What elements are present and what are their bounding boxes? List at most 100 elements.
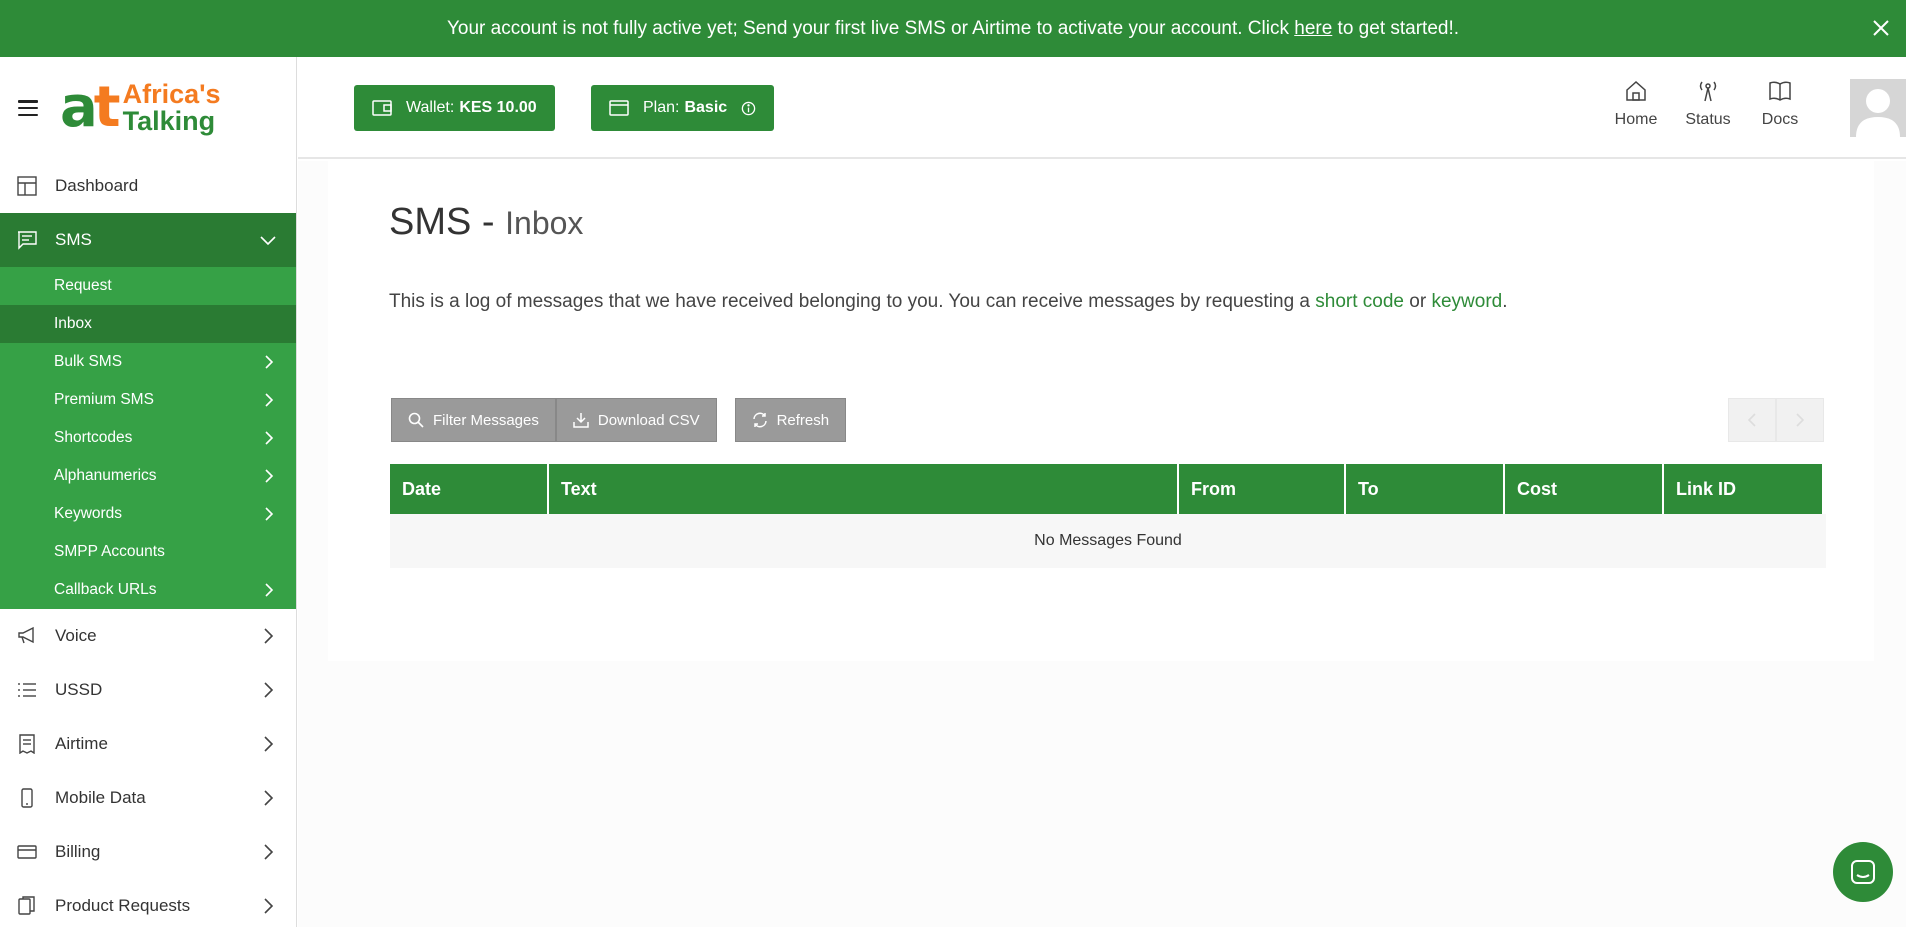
plan-button[interactable]: Plan: Basic — [591, 85, 775, 131]
sidebar-subitem-request[interactable]: Request — [0, 267, 296, 305]
message-icon — [16, 229, 38, 251]
phone-icon — [16, 787, 38, 809]
sidebar-item-airtime[interactable]: Airtime — [0, 717, 296, 771]
africas-talking-logo[interactable]: at Africa's Talking — [60, 80, 221, 136]
sidebar-item-voice[interactable]: Voice — [0, 609, 296, 663]
card-icon — [16, 841, 38, 863]
list-icon — [16, 679, 38, 701]
chevron-right-icon — [264, 736, 274, 752]
sidebar-item-label: Mobile Data — [55, 788, 146, 807]
sidebar-subitem-bulk-sms[interactable]: Bulk SMS — [0, 343, 296, 381]
sidebar-subitem-inbox[interactable]: Inbox — [0, 305, 296, 343]
column-header-to[interactable]: To — [1346, 464, 1503, 514]
pagination — [1728, 398, 1824, 442]
chat-launcher-button[interactable] — [1833, 842, 1893, 902]
wallet-label: Wallet: — [406, 99, 455, 116]
wallet-button[interactable]: Wallet: KES 10.00 — [354, 85, 555, 131]
top-bar: Wallet: KES 10.00 Plan: Basic Home Status … — [298, 57, 1906, 159]
sidebar-item-label: Airtime — [55, 734, 108, 753]
top-link-status[interactable]: Status — [1672, 79, 1744, 129]
short-code-link[interactable]: short code — [1315, 291, 1404, 312]
sidebar-item-label: Voice — [55, 626, 97, 645]
filter-messages-button[interactable]: Filter Messages — [391, 398, 556, 442]
plan-value: Basic — [684, 99, 728, 116]
activation-banner: Your account is not fully active yet; Se… — [0, 0, 1906, 57]
megaphone-icon — [16, 625, 38, 647]
info-icon — [741, 101, 756, 115]
refresh-icon — [752, 412, 767, 428]
chevron-right-icon — [264, 844, 274, 860]
hamburger-menu-icon[interactable] — [18, 100, 38, 116]
download-icon — [573, 413, 589, 428]
messages-table: Date Text From To Cost Link ID No Messag… — [390, 464, 1826, 568]
antenna-icon — [1699, 81, 1717, 102]
chat-icon — [1851, 860, 1875, 884]
chevron-right-icon — [265, 507, 274, 521]
chevron-right-icon — [265, 431, 274, 445]
documents-icon — [16, 895, 38, 917]
sidebar-subitem-callback-urls[interactable]: Callback URLs — [0, 571, 296, 609]
column-header-text[interactable]: Text — [549, 464, 1177, 514]
next-page-button[interactable] — [1776, 398, 1824, 442]
sidebar-subitem-alphanumerics[interactable]: Alphanumerics — [0, 457, 296, 495]
logo-row: at Africa's Talking — [0, 57, 296, 159]
page-title: SMS - Inbox — [389, 201, 584, 243]
home-icon — [1626, 80, 1646, 101]
sidebar-subitem-premium-sms[interactable]: Premium SMS — [0, 381, 296, 419]
chevron-right-icon — [264, 682, 274, 698]
chevron-right-icon — [264, 898, 274, 914]
chevron-right-icon — [1796, 413, 1805, 427]
keyword-link[interactable]: keyword — [1431, 291, 1502, 312]
receipt-icon — [16, 733, 38, 755]
sidebar-item-label: Product Requests — [55, 896, 191, 915]
table-header: Date Text From To Cost Link ID — [390, 464, 1826, 514]
main-content: SMS - Inbox This is a log of messages th… — [298, 161, 1906, 927]
banner-text: Your account is not fully active yet; Se… — [446, 17, 1460, 39]
close-icon[interactable] — [1866, 13, 1896, 43]
sidebar: at Africa's Talking Dashboard SMS Request… — [0, 57, 297, 927]
sidebar-subitem-smpp-accounts[interactable]: SMPP Accounts — [0, 533, 296, 571]
chevron-right-icon — [264, 790, 274, 806]
toolbar: Filter Messages Download CSV Refresh — [391, 398, 847, 442]
sidebar-item-dashboard[interactable]: Dashboard — [0, 159, 296, 213]
column-header-from[interactable]: From — [1179, 464, 1344, 514]
chevron-right-icon — [265, 583, 274, 597]
book-icon — [1769, 81, 1791, 101]
column-header-link-id[interactable]: Link ID — [1664, 464, 1822, 514]
avatar[interactable] — [1850, 79, 1906, 137]
sidebar-item-mobile-data[interactable]: Mobile Data — [0, 771, 296, 825]
search-icon — [408, 412, 424, 428]
sidebar-item-label: Dashboard — [55, 176, 139, 195]
dashboard-icon — [16, 175, 38, 197]
sidebar-subitem-keywords[interactable]: Keywords — [0, 495, 296, 533]
sidebar-item-label: USSD — [55, 680, 103, 699]
sidebar-item-product-requests[interactable]: Product Requests — [0, 879, 296, 927]
sms-submenu: Request Inbox Bulk SMS Premium SMS Short… — [0, 267, 296, 609]
top-link-docs[interactable]: Docs — [1744, 79, 1816, 129]
page-description: This is a log of messages that we have r… — [389, 291, 1508, 312]
prev-page-button[interactable] — [1728, 398, 1776, 442]
wallet-value: KES 10.00 — [459, 99, 537, 116]
sidebar-item-sms[interactable]: SMS — [0, 213, 296, 267]
chevron-right-icon — [265, 355, 274, 369]
chevron-right-icon — [265, 469, 274, 483]
refresh-button[interactable]: Refresh — [734, 398, 847, 442]
sidebar-item-ussd[interactable]: USSD — [0, 663, 296, 717]
top-link-home[interactable]: Home — [1600, 79, 1672, 129]
plan-label: Plan: — [643, 99, 680, 116]
empty-table-message: No Messages Found — [390, 514, 1826, 568]
download-csv-button[interactable]: Download CSV — [555, 398, 717, 442]
chevron-left-icon — [1747, 413, 1756, 427]
sidebar-item-label: SMS — [55, 230, 92, 249]
sidebar-item-billing[interactable]: Billing — [0, 825, 296, 879]
chevron-down-icon — [260, 236, 276, 246]
top-links: Home Status Docs — [1600, 79, 1816, 129]
card-icon — [609, 100, 629, 116]
column-header-date[interactable]: Date — [390, 464, 547, 514]
column-header-cost[interactable]: Cost — [1505, 464, 1662, 514]
banner-here-link[interactable]: here — [1294, 18, 1332, 39]
chevron-right-icon — [265, 393, 274, 407]
wallet-icon — [372, 100, 392, 116]
sidebar-subitem-shortcodes[interactable]: Shortcodes — [0, 419, 296, 457]
sidebar-item-label: Billing — [55, 842, 101, 861]
